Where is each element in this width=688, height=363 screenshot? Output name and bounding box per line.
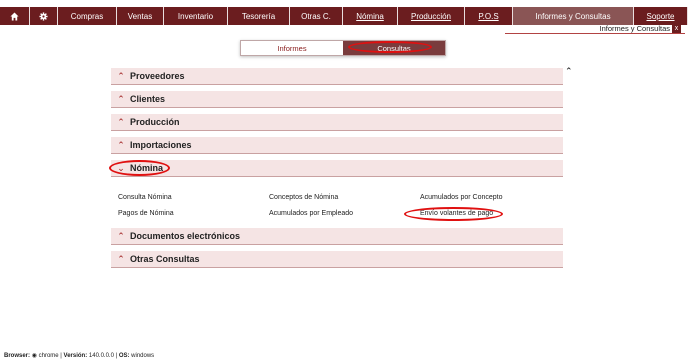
link-pagos-nomina[interactable]: Pagos de Nómina [118,210,174,217]
chevron-up-icon: ⌃ [117,253,125,264]
section-nomina[interactable]: ⌄ Nómina [111,160,563,177]
chevron-up-icon[interactable]: ⌃ [565,66,573,77]
browser-icon: ◉ [31,353,37,359]
home-icon [10,11,19,21]
nav-home[interactable] [0,7,30,25]
breadcrumb[interactable]: Informes y Consultas [600,24,670,33]
nav-tesoreria[interactable]: Tesorería [228,7,290,25]
footer-info: Browser: ◉ chrome | Versión: 140.0.0.0 |… [4,353,155,359]
link-conceptos-nomina[interactable]: Conceptos de Nómina [269,194,338,201]
section-clientes[interactable]: ⌃ Clientes [111,91,563,108]
link-envio-volantes[interactable]: Envío volantes de pago [420,210,493,217]
tab-informes[interactable]: Informes [241,41,343,55]
nav-ventas[interactable]: Ventas [117,7,164,25]
chevron-up-icon: ⌃ [117,93,125,104]
tab-consultas[interactable]: Consultas [343,41,445,55]
view-toggle: Informes Consultas [240,40,446,56]
chevron-up-icon: ⌃ [117,116,125,127]
nav-soporte[interactable]: Soporte [634,7,688,25]
breadcrumb-divider [505,33,685,34]
nav-produccion[interactable]: Producción [398,7,465,25]
nav-nomina[interactable]: Nómina [343,7,398,25]
nav-informes-consultas[interactable]: Informes y Consultas [513,7,634,25]
section-otras-consultas[interactable]: ⌃ Otras Consultas [111,251,563,268]
link-acumulados-concepto[interactable]: Acumulados por Concepto [420,194,503,201]
main-menu: Compras Ventas Inventario Tesorería Otra… [0,7,688,25]
chevron-down-icon: ⌄ [117,162,125,173]
section-documentos-electronicos[interactable]: ⌃ Documentos electrónicos [111,228,563,245]
link-acumulados-empleado[interactable]: Acumulados por Empleado [269,210,353,217]
section-importaciones[interactable]: ⌃ Importaciones [111,137,563,154]
gear-icon [39,11,48,21]
chevron-up-icon: ⌃ [117,139,125,150]
nav-settings[interactable] [30,7,58,25]
link-consulta-nomina[interactable]: Consulta Nómina [118,194,172,201]
chevron-up-icon: ⌃ [117,230,125,241]
chevron-up-icon: ⌃ [117,70,125,81]
nav-compras[interactable]: Compras [58,7,117,25]
nav-otras-c[interactable]: Otras C. [290,7,343,25]
close-tab-icon[interactable]: x [672,24,681,33]
nav-pos[interactable]: P.O.S [465,7,513,25]
section-proveedores[interactable]: ⌃ Proveedores [111,68,563,85]
section-produccion[interactable]: ⌃ Producción [111,114,563,131]
nav-inventario[interactable]: Inventario [164,7,228,25]
